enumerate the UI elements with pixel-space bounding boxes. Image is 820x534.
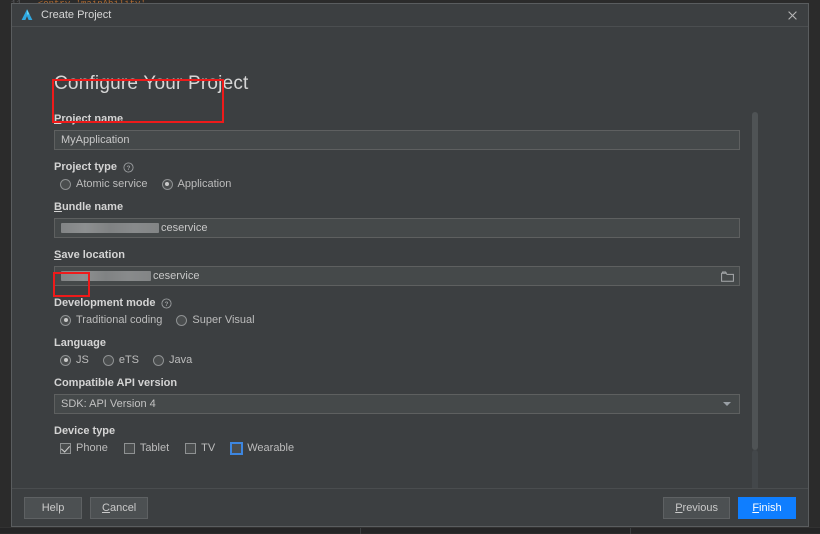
checkbox-label: Wearable xyxy=(247,442,294,454)
help-button[interactable]: Help xyxy=(24,497,82,519)
chevron-down-icon xyxy=(723,402,731,406)
checkbox-wearable[interactable]: Wearable xyxy=(231,442,294,454)
checkbox-phone[interactable]: Phone xyxy=(60,442,108,454)
project-type-label-text: Project type xyxy=(54,161,117,173)
radio-indicator xyxy=(103,355,114,366)
device-type-label: Device type xyxy=(54,425,740,437)
development-mode-options: Traditional coding Super Visual xyxy=(54,314,740,326)
save-location-value: ceservice xyxy=(153,270,199,282)
save-location-field: ceservice xyxy=(54,266,740,286)
checkbox-indicator xyxy=(60,443,71,454)
radio-indicator xyxy=(60,315,71,326)
compatible-api-version-label-text: Compatible API version xyxy=(54,377,177,389)
cancel-mnemonic: C xyxy=(102,502,110,514)
radio-application[interactable]: Application xyxy=(162,178,232,190)
project-name-value: MyApplication xyxy=(61,134,129,146)
svg-text:?: ? xyxy=(165,301,169,308)
redacted-text-block xyxy=(61,271,151,281)
checkbox-label: TV xyxy=(201,442,215,454)
development-mode-label-text: Development mode xyxy=(54,297,155,309)
compatible-api-version-select[interactable]: SDK: API Version 4 xyxy=(54,394,740,414)
dialog-titlebar: Create Project xyxy=(12,4,808,27)
radio-js[interactable]: JS xyxy=(60,354,89,366)
save-location-label-rest: ave location xyxy=(61,249,125,261)
configure-project-form: Project name MyApplication Project type … xyxy=(54,113,740,454)
device-type-options: Phone Tablet TV Wearable xyxy=(54,442,740,454)
dialog-footer: Help Cancel Previous Finish xyxy=(12,488,808,526)
dialog-content-pane: Configure Your Project Project name MyAp… xyxy=(12,27,808,488)
language-label-text: Language xyxy=(54,337,106,349)
compatible-api-version-value: SDK: API Version 4 xyxy=(61,398,156,410)
radio-label: JS xyxy=(76,354,89,366)
radio-label: Atomic service xyxy=(76,178,148,190)
previous-button-label-rest: revious xyxy=(683,502,718,514)
bundle-name-label-rest: undle name xyxy=(62,201,123,213)
help-button-label: Help xyxy=(42,502,65,514)
bundle-name-input[interactable]: ceservice xyxy=(54,218,740,238)
radio-indicator xyxy=(153,355,164,366)
ide-bottom-panel xyxy=(0,527,820,533)
bundle-name-label: Bundle name xyxy=(54,201,740,213)
radio-indicator xyxy=(60,355,71,366)
page-title: Configure Your Project xyxy=(54,73,249,95)
radio-label: Traditional coding xyxy=(76,314,162,326)
cancel-button-label-rest: ancel xyxy=(110,502,136,514)
radio-label: Application xyxy=(178,178,232,190)
svg-text:?: ? xyxy=(126,165,130,172)
help-circle-icon[interactable]: ? xyxy=(161,298,172,309)
radio-indicator xyxy=(176,315,187,326)
radio-super-visual[interactable]: Super Visual xyxy=(176,314,254,326)
project-type-label: Project type ? xyxy=(54,161,740,173)
bundle-name-value: ceservice xyxy=(161,222,207,234)
save-location-input[interactable]: ceservice xyxy=(54,266,740,286)
radio-label: Super Visual xyxy=(192,314,254,326)
radio-java[interactable]: Java xyxy=(153,354,192,366)
checkbox-label: Tablet xyxy=(140,442,169,454)
checkbox-indicator xyxy=(185,443,196,454)
language-options: JS eTS Java xyxy=(54,354,740,366)
radio-atomic-service[interactable]: Atomic service xyxy=(60,178,148,190)
help-circle-icon[interactable]: ? xyxy=(123,162,134,173)
finish-button[interactable]: Finish xyxy=(738,497,796,519)
vertical-scrollbar-thumb[interactable] xyxy=(752,112,758,450)
radio-label: Java xyxy=(169,354,192,366)
previous-button[interactable]: Previous xyxy=(663,497,730,519)
redacted-text-block xyxy=(61,223,159,233)
checkbox-indicator xyxy=(124,443,135,454)
checkbox-label: Phone xyxy=(76,442,108,454)
project-name-label: Project name xyxy=(54,113,740,125)
radio-indicator xyxy=(162,179,173,190)
radio-ets[interactable]: eTS xyxy=(103,354,139,366)
compatible-api-version-label: Compatible API version xyxy=(54,377,740,389)
save-location-label: Save location xyxy=(54,249,740,261)
finish-button-label-rest: inish xyxy=(759,502,782,514)
development-mode-label: Development mode ? xyxy=(54,297,740,309)
radio-traditional-coding[interactable]: Traditional coding xyxy=(60,314,162,326)
cancel-button[interactable]: Cancel xyxy=(90,497,148,519)
create-project-dialog: Create Project Configure Your Project Pr… xyxy=(11,3,809,527)
device-type-label-text: Device type xyxy=(54,425,115,437)
dialog-body: Configure Your Project Project name MyAp… xyxy=(12,27,808,526)
previous-mnemonic: P xyxy=(675,502,682,514)
language-label: Language xyxy=(54,337,740,349)
deveco-logo-icon xyxy=(20,8,34,22)
checkbox-tablet[interactable]: Tablet xyxy=(124,442,169,454)
project-name-label-rest: roject name xyxy=(61,113,123,125)
project-name-input[interactable]: MyApplication xyxy=(54,130,740,150)
folder-icon[interactable] xyxy=(715,267,739,285)
checkbox-indicator xyxy=(231,443,242,454)
bundle-name-mnemonic: B xyxy=(54,201,62,213)
checkbox-tv[interactable]: TV xyxy=(185,442,215,454)
vertical-scrollbar-lower[interactable] xyxy=(752,450,758,488)
close-icon[interactable] xyxy=(782,6,802,24)
radio-label: eTS xyxy=(119,354,139,366)
dialog-title: Create Project xyxy=(41,9,782,21)
project-type-options: Atomic service Application xyxy=(54,178,740,190)
radio-indicator xyxy=(60,179,71,190)
